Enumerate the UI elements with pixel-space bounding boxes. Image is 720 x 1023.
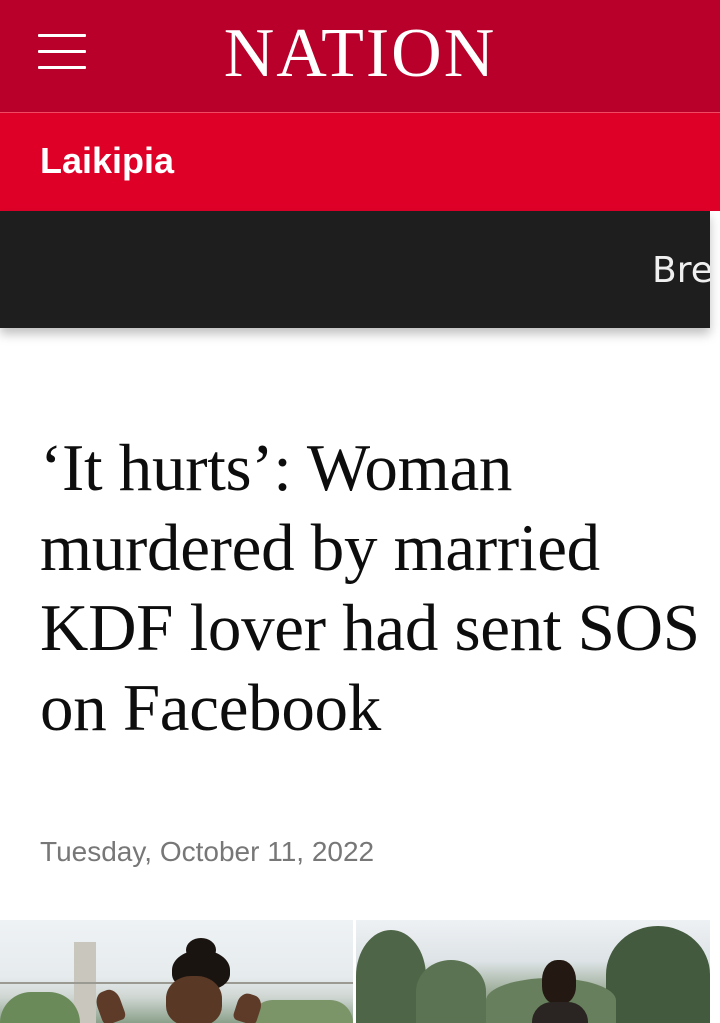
woman-hand-left [93,986,127,1023]
shrub [250,1000,353,1023]
shrub [0,992,80,1023]
section-bar: Laikipia [0,112,720,211]
ticker-text: Bre [652,250,710,291]
article-headline: ‘It hurts’: Woman murdered by married KD… [40,431,700,745]
woman-photo [0,920,353,1023]
tree [606,926,710,1023]
article-date: Tuesday, October 11, 2022 [40,836,375,867]
man-shoulders [532,1002,588,1023]
woman-hair-bun [186,938,216,962]
woman-face [166,976,222,1023]
site-header: NATION [0,0,720,112]
site-logo[interactable]: NATION [0,14,720,94]
man-head [542,960,576,1004]
tree [416,960,486,1023]
section-link-laikipia[interactable]: Laikipia [40,141,174,181]
breaking-news-ticker[interactable]: Bre [0,211,710,328]
man-photo [356,920,710,1023]
